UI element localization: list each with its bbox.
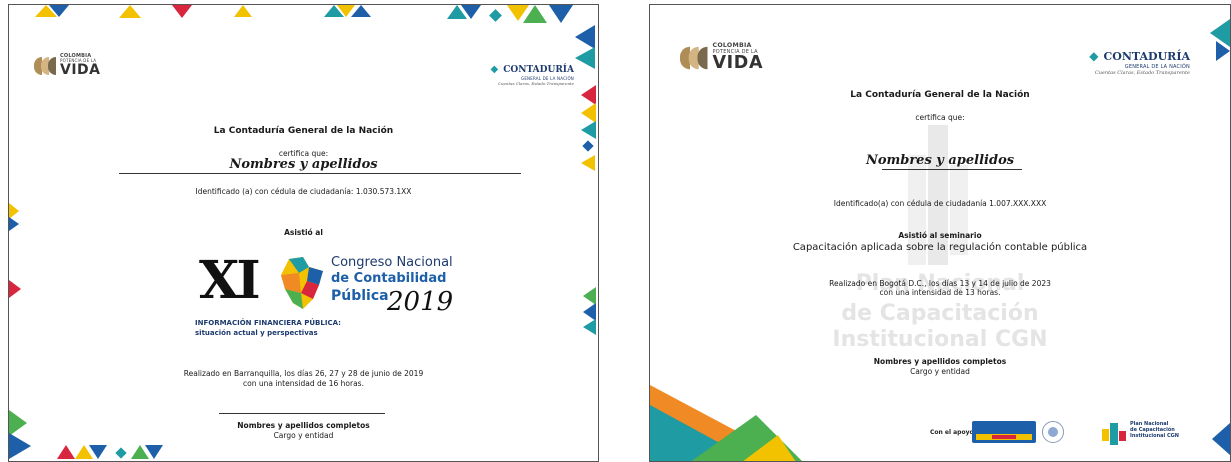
cgn-logo-tagline: Cuentas Claras, Estado Transparente	[497, 81, 574, 86]
decor-triangle	[145, 445, 163, 459]
signer-role: Cargo y entidad	[273, 431, 334, 440]
decor-triangle	[119, 5, 141, 18]
decor-triangle	[234, 5, 252, 17]
congreso-subtitle1: INFORMACIÓN FINANCIERA PÚBLICA:	[195, 319, 341, 327]
cgn-diamond-icon: ◆	[1089, 49, 1099, 63]
issuer-title: La Contaduría General de la Nación	[213, 126, 394, 136]
decor-triangle	[461, 5, 481, 19]
decor-triangle	[49, 5, 69, 17]
place-line1: Realizado en Barranquilla, los días 26, …	[183, 369, 424, 378]
decor-triangle	[89, 445, 107, 459]
certificate-left: COLOMBIA POTENCIA DE LA VIDA ◆ CONTADURÍ…	[8, 4, 599, 462]
cgn-logo-title: CONTADURÍA	[503, 65, 574, 75]
signer-name: Nombres y apellidos completos	[873, 357, 1007, 366]
decor-triangle	[351, 5, 371, 17]
decor-triangle	[581, 103, 596, 123]
recipient-name: Nombres y apellidos	[865, 153, 1015, 168]
decor-triangle	[9, 280, 21, 298]
place-line2: con una intensidad de 16 horas.	[243, 379, 364, 388]
decor-triangle	[583, 319, 596, 335]
decor-triangle	[575, 25, 595, 49]
name-underline	[882, 169, 1022, 170]
cgn-diamond-icon: ◆	[490, 64, 499, 75]
signer-role: Cargo y entidad	[910, 367, 970, 376]
congreso-year: 2019	[387, 287, 454, 317]
certifies-text: certifica que:	[915, 113, 965, 122]
id-text: Identificado (a) con cédula de ciudadaní…	[195, 187, 412, 196]
name-underline	[119, 173, 521, 174]
place-line1: Realizado en Bogotá D.C., los días 13 y …	[829, 279, 1051, 288]
watermark-line2: de Capacitación	[841, 301, 1039, 326]
decor-shape	[738, 435, 798, 461]
congreso-subtitle2: situación actual y perspectivas	[195, 329, 318, 337]
watermark-line3: Institucional CGN	[832, 327, 1048, 352]
congreso-logo: XI Congreso Nacional de Contabilidad Púb…	[195, 251, 455, 351]
attended-text: Asistió al seminario	[898, 231, 982, 240]
logo-vida-text: VIDA	[712, 53, 764, 73]
recipient-name: Nombres y apellidos	[229, 157, 378, 172]
decor-triangle	[172, 5, 192, 18]
id-text: Identificado(a) con cédula de ciudadanía…	[833, 199, 1047, 208]
partner-seal-icon	[1042, 421, 1064, 443]
decor-diamond	[489, 9, 502, 22]
logo-vida-text: VIDA	[60, 62, 101, 78]
decor-triangle	[57, 445, 75, 459]
decor-triangle	[1216, 41, 1230, 61]
plan-logo-l3: Institucional CGN	[1130, 433, 1179, 439]
place-line2: con una intensidad de 13 horas.	[879, 288, 1001, 297]
decor-triangle	[581, 85, 596, 105]
cgn-logo: ◆ CONTADURÍA GENERAL DE LA NACIÓN Cuenta…	[464, 57, 574, 86]
cgn-logo-tagline: Cuentas Claras, Estado Transparente	[1094, 70, 1190, 76]
colombia-mark-icon	[34, 56, 56, 75]
certificate-right: Plan Nacional de Capacitación Institucio…	[649, 4, 1231, 462]
congreso-line1: Congreso Nacional	[331, 255, 453, 270]
colombia-map-icon	[281, 257, 323, 309]
issuer-title: La Contaduría General de la Nación	[850, 90, 1030, 100]
decor-triangle	[1212, 423, 1230, 455]
cgn-logo: ◆ CONTADURÍA GENERAL DE LA NACIÓN Cuenta…	[1070, 45, 1190, 76]
cgn-logo-title: CONTADURÍA	[1103, 50, 1190, 63]
signer-name: Nombres y apellidos completos	[237, 421, 370, 430]
colombia-vida-logo: COLOMBIA POTENCIA DE LA VIDA	[680, 42, 764, 73]
plan-nacional-logo: Plan Nacional de Capacitación Institucio…	[1130, 421, 1179, 439]
congreso-line2: de Contabilidad	[331, 271, 447, 286]
seminar-title: Capacitación aplicada sobre la regulació…	[792, 242, 1088, 253]
colombia-mark-icon	[680, 46, 708, 69]
decor-triangle	[523, 5, 547, 23]
congreso-numeral: XI	[199, 250, 261, 311]
plan-nacional-icon	[1102, 423, 1126, 445]
attended-text: Asistió al	[284, 228, 323, 237]
colombia-vida-logo: COLOMBIA POTENCIA DE LA VIDA	[34, 54, 101, 77]
decor-triangle	[575, 47, 595, 69]
partner-logo-1	[972, 421, 1036, 443]
congreso-line3: Pública	[331, 288, 389, 304]
decor-triangle	[549, 5, 573, 23]
signature-line	[219, 413, 385, 414]
decor-diamond	[115, 447, 127, 459]
